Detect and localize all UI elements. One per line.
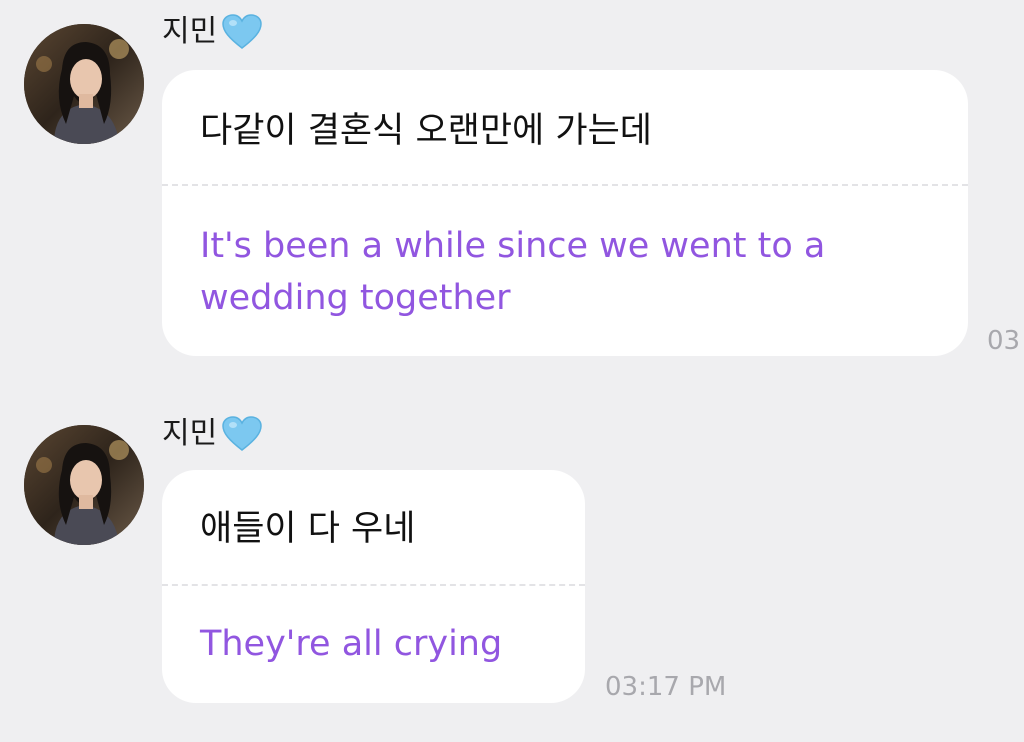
translated-message-text: It's been a while since we went to a wed… (200, 226, 826, 318)
message-timestamp: 03:17 PM (605, 672, 727, 702)
original-message-text: 다같이 결혼식 오랜만에 가는데 (200, 111, 652, 151)
original-message-text: 애들이 다 우네 (200, 509, 416, 549)
message-bubble[interactable]: 애들이 다 우네 They're all crying (162, 470, 585, 703)
sender-avatar[interactable] (24, 24, 144, 144)
translated-message-text: They're all crying (200, 624, 503, 664)
sender-name-text: 지민 (162, 416, 218, 451)
sender-name: 지민 (162, 12, 263, 52)
light-blue-heart-icon (222, 416, 262, 451)
message-bubble[interactable]: 다같이 결혼식 오랜만에 가는데 It's been a while since… (162, 70, 968, 356)
light-blue-heart-icon (222, 14, 262, 49)
message-timestamp: 03 (987, 326, 1021, 356)
sender-avatar[interactable] (24, 425, 144, 545)
translation-divider (162, 584, 585, 586)
translation-divider (162, 184, 968, 186)
sender-name-text: 지민 (162, 14, 218, 49)
sender-name: 지민 (162, 414, 263, 454)
